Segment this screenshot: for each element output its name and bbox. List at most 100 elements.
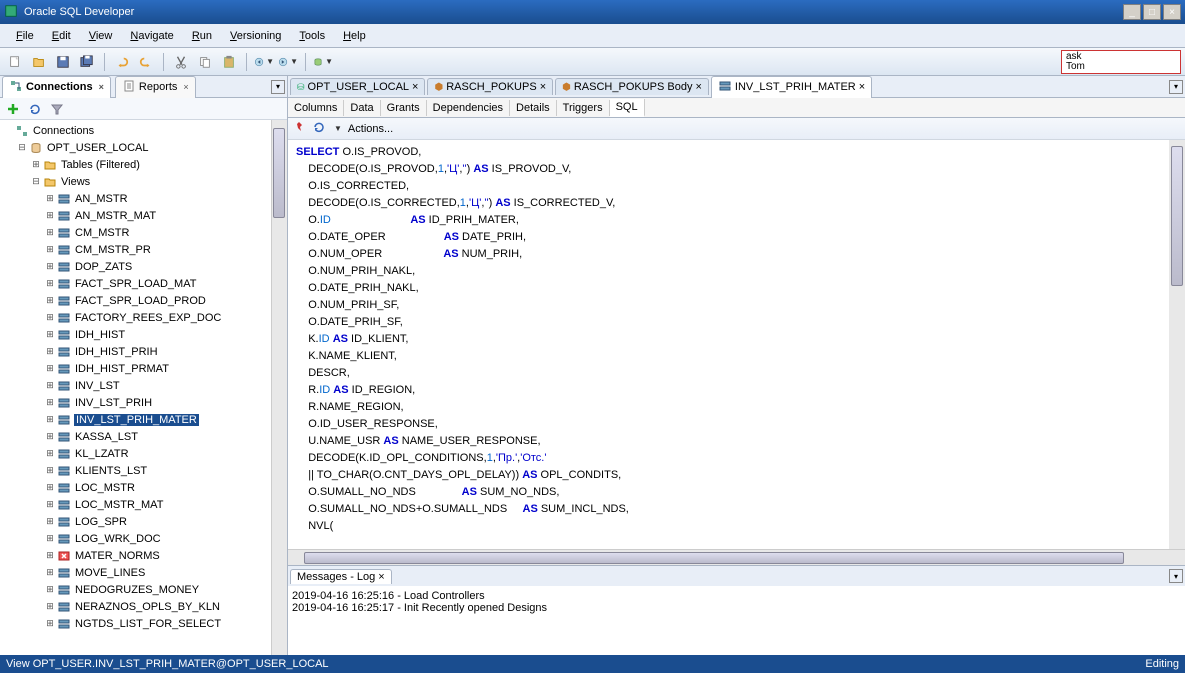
expand-icon[interactable]: ⊞	[44, 618, 56, 629]
expand-icon[interactable]: ⊞	[44, 499, 56, 510]
sub-tab-details[interactable]: Details	[510, 100, 557, 116]
close-icon[interactable]: ×	[859, 81, 865, 93]
paste-button[interactable]	[218, 51, 240, 73]
code-editor[interactable]: SELECT O.IS_PROVOD, DECODE(O.IS_PROVOD,1…	[288, 140, 1185, 549]
editor-tab[interactable]: ⛁OPT_USER_LOCAL×	[290, 78, 425, 95]
minimize-button[interactable]: _	[1123, 4, 1141, 20]
chevron-down-icon[interactable]: ▼	[334, 124, 342, 133]
expand-icon[interactable]: ⊞	[44, 227, 56, 238]
scrollbar-thumb[interactable]	[304, 552, 1124, 564]
tree-node[interactable]: ⊞MOVE_LINES	[2, 564, 285, 581]
menu-versioning[interactable]: Versioning	[222, 27, 289, 45]
expand-icon[interactable]: ⊟	[30, 176, 42, 187]
tree-node[interactable]: ⊞FACTORY_REES_EXP_DOC	[2, 309, 285, 326]
tree-node[interactable]: Connections	[2, 122, 285, 139]
connections-tree[interactable]: Connections⊟OPT_USER_LOCAL⊞Tables (Filte…	[0, 120, 287, 655]
tree-node[interactable]: ⊞NEDOGRUZES_MONEY	[2, 581, 285, 598]
tree-node[interactable]: ⊞NGTDS_LIST_FOR_SELECT	[2, 615, 285, 632]
expand-icon[interactable]: ⊞	[44, 533, 56, 544]
redo-button[interactable]	[135, 51, 157, 73]
code-vscrollbar[interactable]	[1169, 140, 1185, 549]
tree-node[interactable]: ⊞DOP_ZATS	[2, 258, 285, 275]
log-menu-button[interactable]: ▾	[1169, 569, 1183, 583]
tree-node[interactable]: ⊞INV_LST	[2, 377, 285, 394]
sub-tab-columns[interactable]: Columns	[288, 100, 344, 116]
expand-icon[interactable]: ⊞	[44, 397, 56, 408]
sub-tab-data[interactable]: Data	[344, 100, 380, 116]
expand-icon[interactable]: ⊞	[44, 516, 56, 527]
expand-icon[interactable]: ⊞	[44, 261, 56, 272]
tree-node[interactable]: ⊞LOG_SPR	[2, 513, 285, 530]
expand-icon[interactable]: ⊞	[44, 346, 56, 357]
save-all-button[interactable]	[76, 51, 98, 73]
expand-icon[interactable]: ⊞	[44, 329, 56, 340]
sub-tab-grants[interactable]: Grants	[381, 100, 427, 116]
tree-node[interactable]: ⊞CM_MSTR	[2, 224, 285, 241]
menu-run[interactable]: Run	[184, 27, 220, 45]
expand-icon[interactable]: ⊞	[44, 380, 56, 391]
scrollbar-thumb[interactable]	[1171, 146, 1183, 286]
tree-node[interactable]: ⊞MATER_NORMS	[2, 547, 285, 564]
pane-menu-button[interactable]: ▾	[271, 80, 285, 94]
refresh-button[interactable]	[26, 100, 44, 118]
refresh-icon[interactable]	[312, 120, 326, 137]
tree-node[interactable]: ⊞FACT_SPR_LOAD_MAT	[2, 275, 285, 292]
menu-file[interactable]: File	[8, 27, 42, 45]
editor-tab[interactable]: ⬢RASCH_POKUPS Body×	[555, 78, 709, 95]
expand-icon[interactable]: ⊞	[44, 295, 56, 306]
expand-icon[interactable]: ⊟	[16, 142, 28, 153]
expand-icon[interactable]: ⊞	[44, 550, 56, 561]
pin-icon[interactable]	[292, 120, 306, 137]
expand-icon[interactable]: ⊞	[30, 159, 42, 170]
tree-node[interactable]: ⊞KL_LZATR	[2, 445, 285, 462]
expand-icon[interactable]: ⊞	[44, 210, 56, 221]
close-icon[interactable]: ×	[695, 81, 701, 93]
code-hscrollbar[interactable]	[288, 549, 1185, 565]
copy-button[interactable]	[194, 51, 216, 73]
tree-node[interactable]: ⊞FACT_SPR_LOAD_PROD	[2, 292, 285, 309]
connections-tab[interactable]: Connections ×	[2, 76, 111, 98]
tree-node[interactable]: ⊟Views	[2, 173, 285, 190]
tree-node[interactable]: ⊞LOC_MSTR	[2, 479, 285, 496]
new-connection-button[interactable]	[4, 100, 22, 118]
expand-icon[interactable]: ⊞	[44, 193, 56, 204]
tree-node[interactable]: ⊞Tables (Filtered)	[2, 156, 285, 173]
editor-tabs-menu[interactable]: ▾	[1169, 80, 1183, 94]
tree-node[interactable]: ⊞KASSA_LST	[2, 428, 285, 445]
expand-icon[interactable]: ⊞	[44, 601, 56, 612]
close-icon[interactable]: ×	[183, 82, 188, 92]
undo-button[interactable]	[111, 51, 133, 73]
log-tab[interactable]: Messages - Log ×	[290, 569, 392, 584]
sql-worksheet-button[interactable]: ▼	[312, 51, 334, 73]
tree-node[interactable]: ⊞CM_MSTR_PR	[2, 241, 285, 258]
tree-node[interactable]: ⊞LOG_WRK_DOC	[2, 530, 285, 547]
tree-node[interactable]: ⊞AN_MSTR_MAT	[2, 207, 285, 224]
filter-button[interactable]	[48, 100, 66, 118]
new-button[interactable]	[4, 51, 26, 73]
tree-node[interactable]: ⊞INV_LST_PRIH	[2, 394, 285, 411]
menu-tools[interactable]: Tools	[291, 27, 333, 45]
close-icon[interactable]: ×	[378, 571, 384, 583]
tree-node[interactable]: ⊞AN_MSTR	[2, 190, 285, 207]
sub-tab-triggers[interactable]: Triggers	[557, 100, 610, 116]
expand-icon[interactable]: ⊞	[44, 431, 56, 442]
maximize-button[interactable]: □	[1143, 4, 1161, 20]
close-icon[interactable]: ×	[412, 81, 418, 93]
expand-icon[interactable]: ⊞	[44, 244, 56, 255]
tree-node[interactable]: ⊟OPT_USER_LOCAL	[2, 139, 285, 156]
sub-tab-dependencies[interactable]: Dependencies	[427, 100, 510, 116]
menu-view[interactable]: View	[81, 27, 121, 45]
tree-node[interactable]: ⊞LOC_MSTR_MAT	[2, 496, 285, 513]
menu-navigate[interactable]: Navigate	[122, 27, 181, 45]
open-button[interactable]	[28, 51, 50, 73]
scrollbar-thumb[interactable]	[273, 128, 285, 218]
expand-icon[interactable]: ⊞	[44, 363, 56, 374]
cut-button[interactable]	[170, 51, 192, 73]
tree-node[interactable]: ⊞IDH_HIST	[2, 326, 285, 343]
close-button[interactable]: ×	[1163, 4, 1181, 20]
sub-tab-sql[interactable]: SQL	[610, 99, 645, 117]
expand-icon[interactable]: ⊞	[44, 567, 56, 578]
tree-node[interactable]: ⊞IDH_HIST_PRIH	[2, 343, 285, 360]
tree-node[interactable]: ⊞KLIENTS_LST	[2, 462, 285, 479]
expand-icon[interactable]: ⊞	[44, 414, 56, 425]
